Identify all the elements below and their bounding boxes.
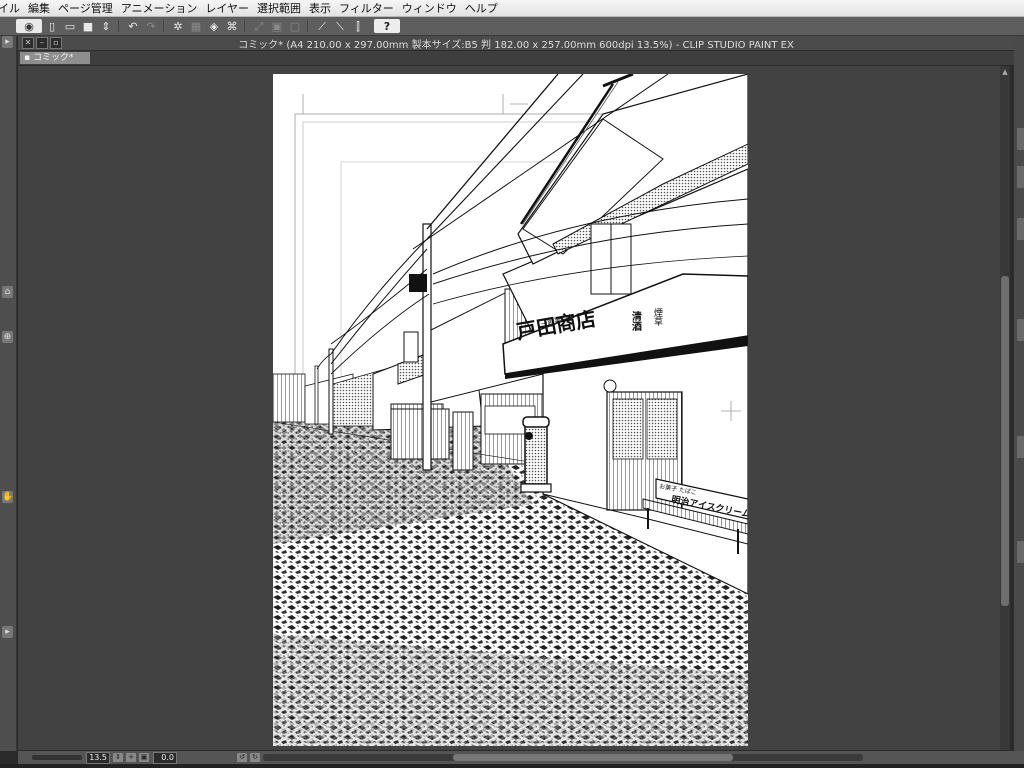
snap-grid-icon[interactable]: ⟍	[332, 19, 348, 33]
save-icon[interactable]: ■	[80, 19, 96, 33]
vertical-scroll-thumb[interactable]	[1001, 276, 1009, 606]
manga-page[interactable]: 戸田商店 —創業百年— 清酒 煙草 お菓子 たばこ 明治アイスクリーム	[273, 74, 748, 746]
panel-handle[interactable]	[1017, 541, 1024, 563]
zoom-stepper-icon[interactable]: ⇕	[113, 753, 123, 762]
clear-outside-icon[interactable]: ▦	[188, 19, 204, 33]
vertical-scrollbar[interactable]: ▲	[1000, 66, 1010, 750]
menu-file[interactable]: イル	[0, 0, 28, 16]
save-options-icon[interactable]: ⇕	[98, 19, 114, 33]
panel-handle[interactable]	[1017, 166, 1024, 188]
scale-icon[interactable]: ⤢	[251, 19, 267, 33]
document-tab[interactable]: ▪ コミック*	[20, 52, 90, 64]
command-bar: ◉ ▯ ▭ ■ ⇕ ↶ ↷ ✲ ▦ ◈ ⌘ ⤢ ▣ ▢ ⟋ ⟍ ⫿ ?	[0, 17, 1024, 36]
toolbar-separator	[163, 20, 164, 32]
toolbar-separator	[244, 20, 245, 32]
zoom-value[interactable]: 13.5	[86, 751, 110, 764]
fill-icon[interactable]: ◈	[206, 19, 222, 33]
rotation-value[interactable]: 0.0	[153, 751, 177, 764]
post-box	[524, 421, 548, 485]
panel-handle[interactable]	[1017, 128, 1024, 150]
rotate-left-icon[interactable]: ↺	[237, 753, 247, 762]
menu-bar: イル 編集 ページ管理 アニメーション レイヤー 選択範囲 表示 フィルター ウ…	[0, 0, 1024, 17]
deselect-icon[interactable]: ▢	[287, 19, 303, 33]
panel-handle[interactable]	[1017, 436, 1024, 458]
document-title-bar: コミック* (A4 210.00 x 297.00mm 製本サイズ:B5 判 1…	[18, 36, 1014, 51]
help-icon[interactable]: ?	[374, 19, 400, 33]
document-title: コミック* (A4 210.00 x 297.00mm 製本サイズ:B5 判 1…	[238, 39, 794, 51]
redo-icon[interactable]: ↷	[143, 19, 159, 33]
horizontal-scrollbar[interactable]	[263, 754, 863, 761]
menu-help[interactable]: ヘルプ	[465, 0, 506, 16]
toolbar-separator	[118, 20, 119, 32]
scroll-up-icon[interactable]: ▲	[1001, 68, 1009, 76]
undo-icon[interactable]: ↶	[125, 19, 141, 33]
toolbar-separator	[307, 20, 308, 32]
rotate-right-icon[interactable]: ↻	[250, 753, 260, 762]
menu-layer[interactable]: レイヤー	[205, 0, 257, 16]
open-file-icon[interactable]: ▭	[62, 19, 78, 33]
right-panel-strip	[1014, 36, 1024, 751]
utility-pole	[422, 223, 432, 471]
snap-ruler-icon[interactable]: ⟋	[314, 19, 330, 33]
panel-tab-icon[interactable]: ▸	[2, 626, 13, 638]
menu-edit[interactable]: 編集	[28, 0, 58, 16]
menu-filter[interactable]: フィルター	[339, 0, 402, 16]
menu-window[interactable]: ウィンドウ	[402, 0, 465, 16]
document-tab-row: ▪ コミック*	[18, 51, 1014, 65]
trash-icon[interactable]: ⌂	[2, 286, 13, 298]
document-tab-label: コミック*	[32, 53, 74, 63]
status-bar: 13.5 ⇕ + ▣ 0.0 ↺ ↻	[18, 751, 1024, 764]
app-logo-icon[interactable]: ◉	[16, 19, 42, 33]
convert-icon[interactable]: ▣	[269, 19, 285, 33]
panel-handle[interactable]	[1017, 218, 1024, 240]
zoom-slider[interactable]	[32, 755, 82, 760]
hand-icon[interactable]: ✋	[2, 491, 13, 503]
panel-handle[interactable]	[1017, 319, 1024, 341]
side-sign-sake: 清酒	[630, 310, 642, 332]
menu-view[interactable]: 表示	[309, 0, 339, 16]
street-illustration: 戸田商店 —創業百年— 清酒 煙草 お菓子 たばこ 明治アイスクリーム	[273, 74, 748, 746]
left-panel-strip: ▸ ⌂ ⊕ ✋ ▸	[0, 36, 17, 751]
menu-page-management[interactable]: ページ管理	[58, 0, 121, 16]
panel-tab-icon[interactable]: ▸	[2, 36, 13, 48]
dock-edge	[0, 764, 1024, 768]
snap-special-icon[interactable]: ⫿	[350, 19, 366, 33]
side-sign-tobacco: 煙草	[652, 308, 663, 327]
menu-selection[interactable]: 選択範囲	[257, 0, 309, 16]
horizontal-scroll-thumb[interactable]	[453, 754, 733, 761]
menu-animation[interactable]: アニメーション	[121, 0, 206, 16]
zoom-in-icon[interactable]: +	[126, 753, 136, 762]
fit-page-icon[interactable]: ▣	[139, 753, 149, 762]
transform-icon[interactable]: ⌘	[224, 19, 240, 33]
new-file-icon[interactable]: ▯	[44, 19, 60, 33]
clear-icon[interactable]: ✲	[170, 19, 186, 33]
zoom-icon[interactable]: ⊕	[2, 331, 13, 343]
